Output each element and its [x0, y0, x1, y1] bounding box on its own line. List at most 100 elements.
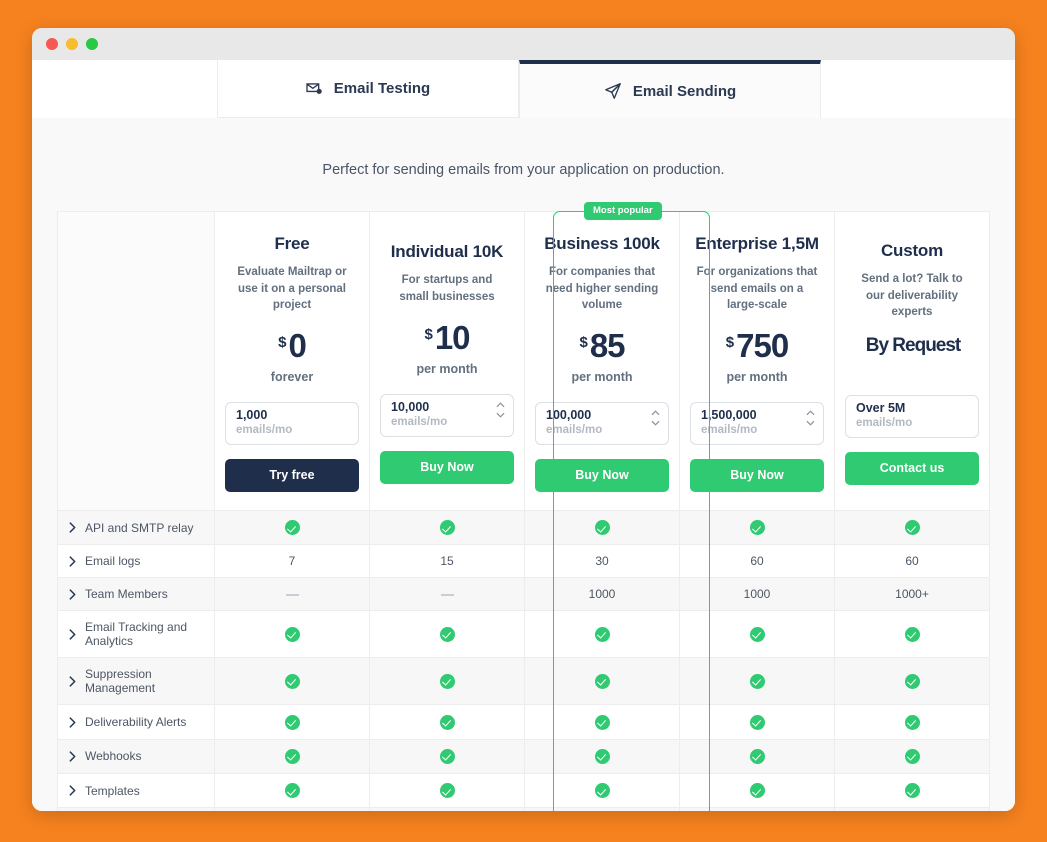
- browser-window: Email Testing Email Sending Perfect for …: [32, 28, 1015, 811]
- table-row: Suppression Management: [57, 657, 990, 706]
- quantity-stepper[interactable]: 10,000 emails/mo: [380, 394, 514, 437]
- tab-email-sending[interactable]: Email Sending: [519, 60, 821, 118]
- stepper-arrows[interactable]: [651, 410, 660, 426]
- chevron-right-icon[interactable]: [69, 556, 76, 567]
- feature-label: Webhooks: [85, 749, 142, 764]
- quantity-stepper[interactable]: Over 5M emails/mo: [845, 395, 979, 439]
- feature-row-toggle[interactable]: Suppression Management: [57, 657, 215, 706]
- feature-value-cell: 15: [369, 544, 525, 579]
- feature-row-toggle[interactable]: Email logs: [57, 544, 215, 579]
- feature-value-cell: 1000+: [834, 577, 990, 612]
- feature-value-cell: [369, 610, 525, 659]
- quantity-unit: emails/mo: [391, 416, 448, 428]
- plan-name: Business 100k: [544, 234, 660, 253]
- plan-name: Custom: [880, 241, 944, 260]
- feature-value-cell: [834, 738, 990, 775]
- check-circle-icon: [439, 674, 455, 689]
- feature-label: Team Members: [85, 587, 168, 602]
- feature-value-cell: [524, 738, 680, 775]
- pricing-table-wrapper: Most popular Free Evaluate Mailtrap or u…: [57, 202, 990, 811]
- feature-value-cell: [369, 772, 525, 809]
- feature-value-cell: [679, 772, 835, 809]
- chevron-right-icon[interactable]: [69, 716, 76, 728]
- plan-price: By Request: [845, 336, 979, 355]
- feature-row-toggle[interactable]: Dedicated IP: [57, 807, 215, 811]
- table-row: Templates: [57, 772, 990, 809]
- chevron-right-icon[interactable]: [69, 522, 76, 533]
- chevron-right-icon: [69, 676, 76, 687]
- pricing-table-header-row: Free Evaluate Mailtrap or use it on a pe…: [57, 210, 990, 512]
- chevron-right-icon[interactable]: [69, 785, 76, 796]
- price-amount: 750: [736, 327, 789, 365]
- feature-value-cell: [679, 738, 835, 775]
- feature-row-toggle[interactable]: Templates: [57, 772, 215, 809]
- buy-now-button[interactable]: Buy Now: [690, 459, 824, 493]
- try-free-button[interactable]: Try free: [225, 459, 359, 493]
- chevron-right-icon: [69, 589, 76, 600]
- check-circle-icon: [284, 714, 300, 730]
- tab-email-testing[interactable]: Email Testing: [217, 60, 519, 118]
- check-circle-icon: [284, 783, 300, 799]
- feature-value-cell: 7: [214, 544, 370, 579]
- page-content: Email Testing Email Sending Perfect for …: [32, 60, 1015, 811]
- check-circle-icon: [904, 674, 920, 689]
- tab-email-sending-label: Email Sending: [632, 82, 737, 100]
- feature-value-cell: 1000: [679, 577, 835, 612]
- feature-row-toggle[interactable]: API and SMTP relay: [57, 510, 215, 546]
- plan-description: Send a lot? Talk to our deliverability e…: [861, 273, 963, 319]
- feature-value-cell: [834, 772, 990, 809]
- feature-row-toggle[interactable]: Deliverability Alerts: [57, 704, 215, 740]
- table-row: Webhooks: [57, 738, 990, 775]
- feature-value-cell: [679, 657, 835, 706]
- buy-now-button[interactable]: Buy Now: [380, 451, 514, 484]
- chevron-right-icon: [69, 556, 76, 567]
- stepper-arrows[interactable]: [496, 402, 505, 418]
- buy-now-button[interactable]: Buy Now: [535, 459, 669, 493]
- chevron-right-icon: [69, 522, 76, 533]
- feature-column-header: [57, 210, 215, 512]
- plan-period: [845, 363, 979, 379]
- quantity-stepper[interactable]: 100,000 emails/mo: [535, 402, 669, 446]
- contact-us-button[interactable]: Contact us: [845, 452, 979, 486]
- currency-symbol: $: [579, 334, 588, 352]
- feature-value-cell: 60: [679, 544, 835, 579]
- feature-row-toggle[interactable]: Team Members: [57, 577, 215, 612]
- check-circle-icon: [749, 714, 765, 730]
- chevron-right-icon[interactable]: [69, 751, 76, 762]
- chevron-up-icon: [496, 402, 505, 408]
- feature-value-cell: [679, 610, 835, 659]
- plan-name: Enterprise 1,5M: [695, 234, 819, 253]
- check-circle-icon: [439, 520, 455, 536]
- chevron-right-icon[interactable]: [69, 629, 76, 640]
- feature-value-cell: 1000: [524, 577, 680, 612]
- check-circle-icon: [594, 714, 610, 730]
- check-circle-icon: [439, 783, 455, 799]
- chevron-right-icon: [69, 629, 76, 640]
- chevron-right-icon: [69, 716, 76, 728]
- feature-row-toggle[interactable]: Email Tracking and Analytics: [57, 610, 215, 659]
- chevron-right-icon[interactable]: [69, 676, 76, 687]
- stepper-arrows[interactable]: [806, 410, 815, 426]
- check-circle-icon: [284, 749, 300, 764]
- plan-type-tabs: Email Testing Email Sending: [32, 60, 1015, 118]
- check-circle-icon: [439, 627, 455, 642]
- quantity-stepper[interactable]: 1,000 emails/mo: [225, 402, 359, 446]
- feature-row-toggle[interactable]: Webhooks: [57, 738, 215, 775]
- close-window-button[interactable]: [46, 38, 58, 50]
- check-circle-icon: [284, 674, 300, 689]
- plan-card-individual-10k: Individual 10K For startups and small bu…: [369, 210, 525, 512]
- price-amount: 10: [434, 319, 471, 356]
- minimize-window-button[interactable]: [66, 38, 78, 50]
- quantity-stepper[interactable]: 1,500,000 emails/mo: [690, 402, 824, 446]
- chevron-up-icon: [806, 410, 815, 416]
- tabs-spacer-left: [32, 60, 217, 118]
- feature-value-cell: [679, 704, 835, 740]
- currency-symbol: $: [424, 326, 433, 343]
- feature-label: Deliverability Alerts: [85, 715, 187, 729]
- plan-card-enterprise-1-5m: Enterprise 1,5M For organizations that s…: [679, 210, 835, 512]
- chevron-right-icon[interactable]: [69, 589, 76, 600]
- check-circle-icon: [594, 627, 610, 642]
- plan-price: $10: [380, 321, 514, 354]
- maximize-window-button[interactable]: [86, 38, 98, 50]
- check-circle-icon: [749, 674, 765, 689]
